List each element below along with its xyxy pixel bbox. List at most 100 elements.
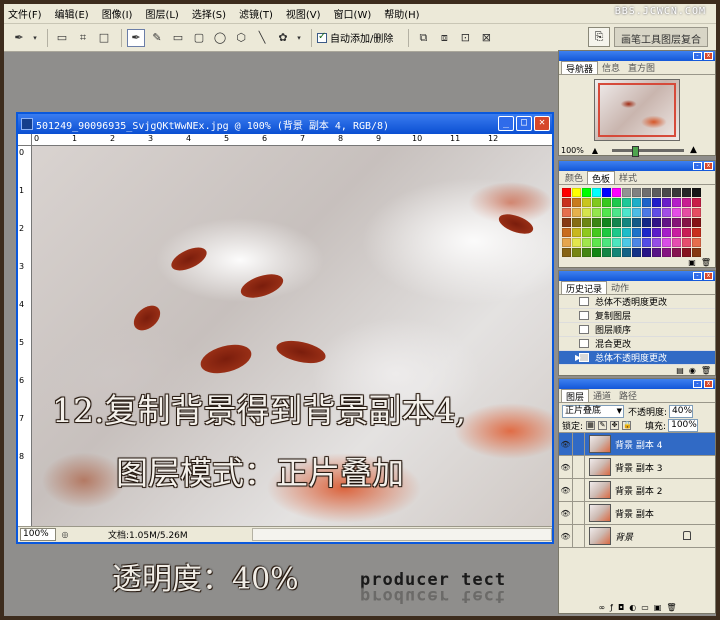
color-swatch[interactable] <box>692 218 701 227</box>
color-swatch[interactable] <box>612 218 621 227</box>
new-swatch-icon[interactable]: ▣ <box>688 258 696 267</box>
zoom-in-icon[interactable]: ▲ <box>690 145 697 155</box>
subtract-path-icon[interactable]: ⧈ <box>435 29 453 47</box>
color-swatch[interactable] <box>642 248 651 257</box>
status-menu-icon[interactable]: ◎ <box>59 529 71 541</box>
line-tool-icon[interactable]: ╲ <box>253 29 271 47</box>
new-document-from-state-icon[interactable]: ▤ <box>676 366 684 375</box>
layer-row[interactable]: 👁 背景 副本 <box>559 502 715 525</box>
panel-close-icon[interactable]: x <box>704 52 713 60</box>
link-layers-icon[interactable]: ∞ <box>598 603 605 612</box>
layer-row[interactable]: 👁 背景 副本 3 <box>559 456 715 479</box>
color-swatch[interactable] <box>632 208 641 217</box>
color-swatch[interactable] <box>652 248 661 257</box>
color-swatch[interactable] <box>652 188 661 197</box>
color-swatch[interactable] <box>592 198 601 207</box>
color-swatch[interactable] <box>672 228 681 237</box>
pen-icon[interactable]: ✒ <box>127 28 145 47</box>
color-swatch[interactable] <box>692 238 701 247</box>
link-cell[interactable] <box>573 479 585 501</box>
lock-pixels-icon[interactable]: ✎ <box>598 421 608 430</box>
color-swatch[interactable] <box>682 208 691 217</box>
polygon-tool-icon[interactable]: ⬡ <box>232 29 250 47</box>
link-cell[interactable] <box>573 433 585 455</box>
paths-icon[interactable]: ⌗ <box>74 29 92 47</box>
opacity-input[interactable]: 40% <box>669 404 694 418</box>
link-cell[interactable] <box>573 502 585 524</box>
lock-position-icon[interactable]: ✥ <box>610 421 620 430</box>
color-swatch[interactable] <box>632 228 641 237</box>
color-swatch[interactable] <box>562 238 571 247</box>
ellipse-tool-icon[interactable]: ◯ <box>211 29 229 47</box>
color-swatch[interactable] <box>612 198 621 207</box>
color-swatch[interactable] <box>592 208 601 217</box>
maximize-icon[interactable]: □ <box>516 116 532 131</box>
color-swatch[interactable] <box>612 248 621 257</box>
color-swatch[interactable] <box>692 188 701 197</box>
freeform-pen-icon[interactable]: ✎ <box>148 29 166 47</box>
color-swatch[interactable] <box>632 248 641 257</box>
new-snapshot-icon[interactable]: ◉ <box>689 366 696 375</box>
delete-layer-icon[interactable]: 🗑 <box>666 603 676 612</box>
panel-minimize-icon[interactable]: - <box>693 162 702 170</box>
intersect-path-icon[interactable]: ⊡ <box>456 29 474 47</box>
menu-window[interactable]: 窗口(W) <box>334 6 372 21</box>
color-swatch[interactable] <box>572 248 581 257</box>
menu-layer[interactable]: 图层(L) <box>145 6 178 21</box>
eye-icon[interactable]: 👁 <box>559 502 573 524</box>
color-swatch[interactable] <box>592 188 601 197</box>
color-swatch[interactable] <box>672 218 681 227</box>
pen-tool-icon[interactable]: ✒ <box>10 29 28 47</box>
shape-options-dropdown-icon[interactable]: ▾ <box>295 29 303 47</box>
color-swatch[interactable] <box>652 198 661 207</box>
menu-filter[interactable]: 滤镜(T) <box>239 6 273 21</box>
history-item[interactable]: 复制图层 <box>559 309 715 323</box>
palette-well-tab[interactable]: 画笔工具图层复合 <box>614 27 708 47</box>
layer-style-icon[interactable]: ƒ <box>610 603 613 612</box>
history-item[interactable]: 总体不透明度更改 <box>559 295 715 309</box>
color-swatch[interactable] <box>622 198 631 207</box>
color-swatch[interactable] <box>562 188 571 197</box>
color-swatch[interactable] <box>692 198 701 207</box>
color-swatch[interactable] <box>692 248 701 257</box>
tab-styles[interactable]: 样式 <box>615 171 641 184</box>
tab-histogram[interactable]: 直方图 <box>624 61 659 74</box>
tab-history[interactable]: 历史记录 <box>561 281 608 295</box>
zoom-field[interactable]: 100% <box>20 528 56 541</box>
color-swatch[interactable] <box>642 198 651 207</box>
tab-color[interactable]: 颜色 <box>561 171 587 184</box>
color-swatch[interactable] <box>592 218 601 227</box>
color-swatch[interactable] <box>662 238 671 247</box>
tab-swatches[interactable]: 色板 <box>587 171 616 185</box>
delete-swatch-icon[interactable]: 🗑 <box>701 258 711 267</box>
color-swatch[interactable] <box>622 228 631 237</box>
color-swatch[interactable] <box>642 208 651 217</box>
color-swatch[interactable] <box>572 238 581 247</box>
zoom-out-icon[interactable]: ▲ <box>592 146 598 155</box>
color-swatch[interactable] <box>672 208 681 217</box>
panel-close-icon[interactable]: x <box>704 162 713 170</box>
navigator-zoom-value[interactable]: 100% <box>561 146 584 155</box>
shape-layers-icon[interactable]: ▭ <box>53 29 71 47</box>
color-swatch[interactable] <box>602 188 611 197</box>
color-swatch[interactable] <box>662 218 671 227</box>
color-swatch[interactable] <box>602 208 611 217</box>
exclude-overlap-icon[interactable]: ⊠ <box>477 29 495 47</box>
color-swatch[interactable] <box>612 238 621 247</box>
blend-mode-select[interactable]: 正片叠底 <box>562 404 624 418</box>
panel-close-icon[interactable]: x <box>704 380 713 388</box>
eye-icon[interactable]: 👁 <box>559 456 573 478</box>
color-swatch[interactable] <box>562 208 571 217</box>
eye-icon[interactable]: 👁 <box>559 525 573 547</box>
tab-actions[interactable]: 动作 <box>607 281 633 294</box>
new-group-icon[interactable]: ▭ <box>641 603 649 612</box>
tab-navigator[interactable]: 导航器 <box>561 61 599 75</box>
delete-state-icon[interactable]: 🗑 <box>701 366 711 375</box>
color-swatch[interactable] <box>582 248 591 257</box>
fill-input[interactable]: 100% <box>668 419 699 432</box>
history-item-selected[interactable]: ▶ 总体不透明度更改 <box>559 351 715 365</box>
color-swatch[interactable] <box>632 198 641 207</box>
color-swatch[interactable] <box>652 238 661 247</box>
color-swatch[interactable] <box>582 238 591 247</box>
color-swatch[interactable] <box>592 238 601 247</box>
